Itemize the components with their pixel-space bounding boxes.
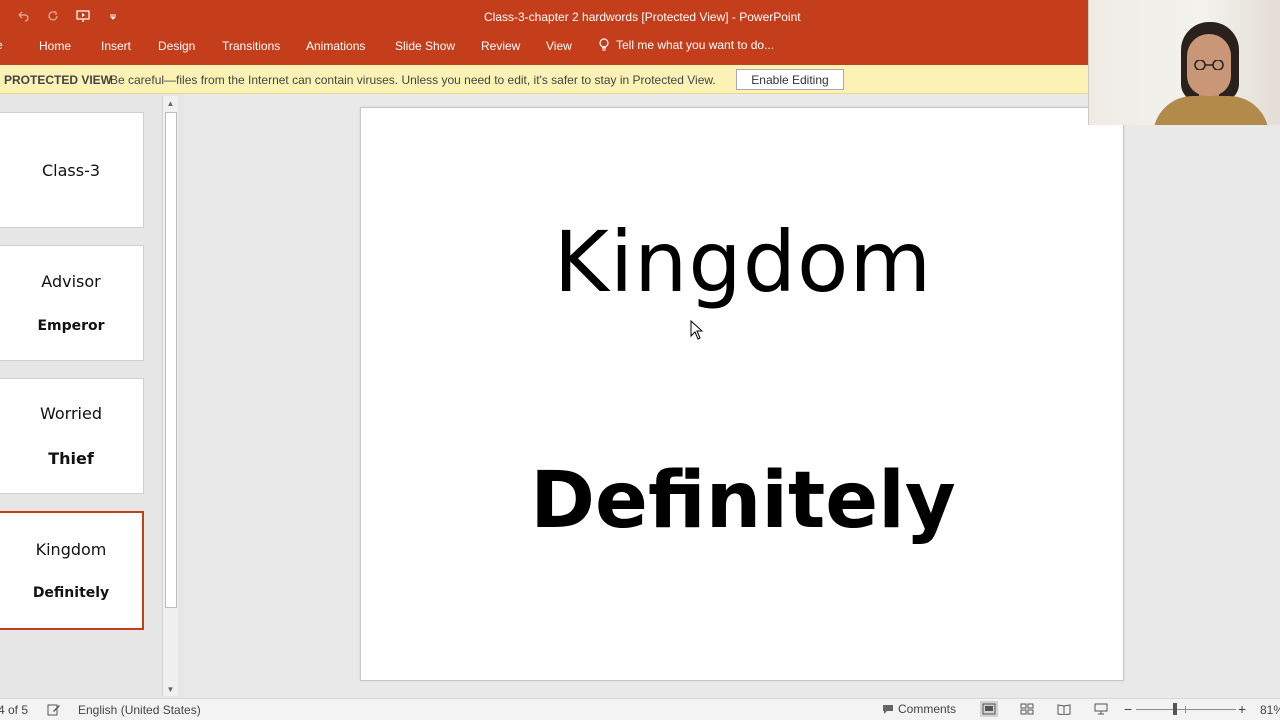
status-bar: 4 of 5 English (United States) Comments … <box>0 698 1280 720</box>
tab-animations[interactable]: Animations <box>306 39 365 53</box>
slide-body[interactable]: Definitely <box>361 456 1125 546</box>
comments-label: Comments <box>898 702 957 716</box>
slide-sorter-icon <box>1020 703 1034 715</box>
slide-indicator: 4 of 5 <box>0 703 29 717</box>
comments-button[interactable]: Comments <box>882 702 956 716</box>
zoom-slider-midmark <box>1185 706 1186 713</box>
tell-me-box[interactable]: Tell me what you want to do... <box>598 38 774 52</box>
thumbnail-title: Advisor <box>41 272 101 292</box>
redo-icon[interactable] <box>42 5 64 27</box>
slide-show-button[interactable] <box>1092 701 1110 717</box>
slide-thumbnail-4[interactable]: Kingdom Definitely <box>0 511 144 630</box>
protected-view-title: PROTECTED VIEW <box>4 73 113 87</box>
notes-edit-icon[interactable] <box>47 703 61 716</box>
normal-view-icon <box>982 703 996 715</box>
tab-slide-show[interactable]: Slide Show <box>395 39 455 53</box>
slide-thumbnail-2[interactable]: Advisor Emperor <box>0 245 144 361</box>
undo-icon[interactable] <box>12 5 34 27</box>
thumbnails-scrollbar[interactable]: ▲ ▼ <box>162 96 178 696</box>
tab-design[interactable]: Design <box>158 39 195 53</box>
zoom-slider[interactable] <box>1136 709 1236 710</box>
mouse-pointer-icon <box>690 320 704 340</box>
scroll-up-icon[interactable]: ▲ <box>163 96 178 110</box>
tab-insert[interactable]: Insert <box>101 39 131 53</box>
thumbnail-title: Worried <box>40 404 102 424</box>
zoom-in-button[interactable]: + <box>1238 701 1246 717</box>
protected-view-message: Be careful—files from the Internet can c… <box>110 73 716 87</box>
reading-view-button[interactable] <box>1055 701 1073 717</box>
zoom-out-button[interactable]: − <box>1124 701 1132 717</box>
scroll-down-icon[interactable]: ▼ <box>163 682 178 696</box>
customize-qat-icon[interactable] <box>102 5 124 27</box>
zoom-level[interactable]: 81% <box>1260 703 1280 717</box>
thumbnail-title: Class-3 <box>41 160 101 180</box>
slide-show-icon <box>1094 703 1108 715</box>
thumbnail-title: Kingdom <box>35 539 107 559</box>
window-title: Class-3-chapter 2 hardwords [Protected V… <box>484 10 801 24</box>
slide-thumbnails-pane: Class-3 Advisor Emperor Worried Thief Ki… <box>0 94 180 698</box>
reading-view-icon <box>1057 704 1071 715</box>
glasses-icon <box>1194 60 1224 70</box>
slide-sorter-button[interactable] <box>1018 701 1036 717</box>
zoom-slider-knob[interactable] <box>1173 703 1177 715</box>
tab-transitions[interactable]: Transitions <box>222 39 280 53</box>
webcam-overlay <box>1088 0 1280 125</box>
tab-file[interactable]: e <box>0 38 4 56</box>
slide-thumbnail-3[interactable]: Worried Thief <box>0 378 144 494</box>
quick-access-toolbar <box>12 5 124 27</box>
comment-icon <box>883 704 893 714</box>
scrollbar-thumb[interactable] <box>165 112 177 608</box>
thumbnail-body: Emperor <box>37 317 105 334</box>
tab-home[interactable]: Home <box>39 39 71 53</box>
slide-title[interactable]: Kingdom <box>361 213 1125 311</box>
tell-me-text: Tell me what you want to do... <box>616 38 775 52</box>
enable-editing-button[interactable]: Enable Editing <box>736 69 844 90</box>
current-slide[interactable]: Kingdom Definitely <box>360 107 1124 681</box>
start-from-beginning-icon[interactable] <box>72 5 94 27</box>
thumbnail-body: Thief <box>48 448 94 468</box>
tab-review[interactable]: Review <box>481 39 520 53</box>
language-indicator[interactable]: English (United States) <box>78 703 201 717</box>
thumbnail-body: Definitely <box>32 585 110 602</box>
normal-view-button[interactable] <box>980 701 998 717</box>
lightbulb-icon <box>599 38 609 51</box>
tab-view[interactable]: View <box>546 39 572 53</box>
slide-thumbnail-1[interactable]: Class-3 <box>0 112 144 228</box>
